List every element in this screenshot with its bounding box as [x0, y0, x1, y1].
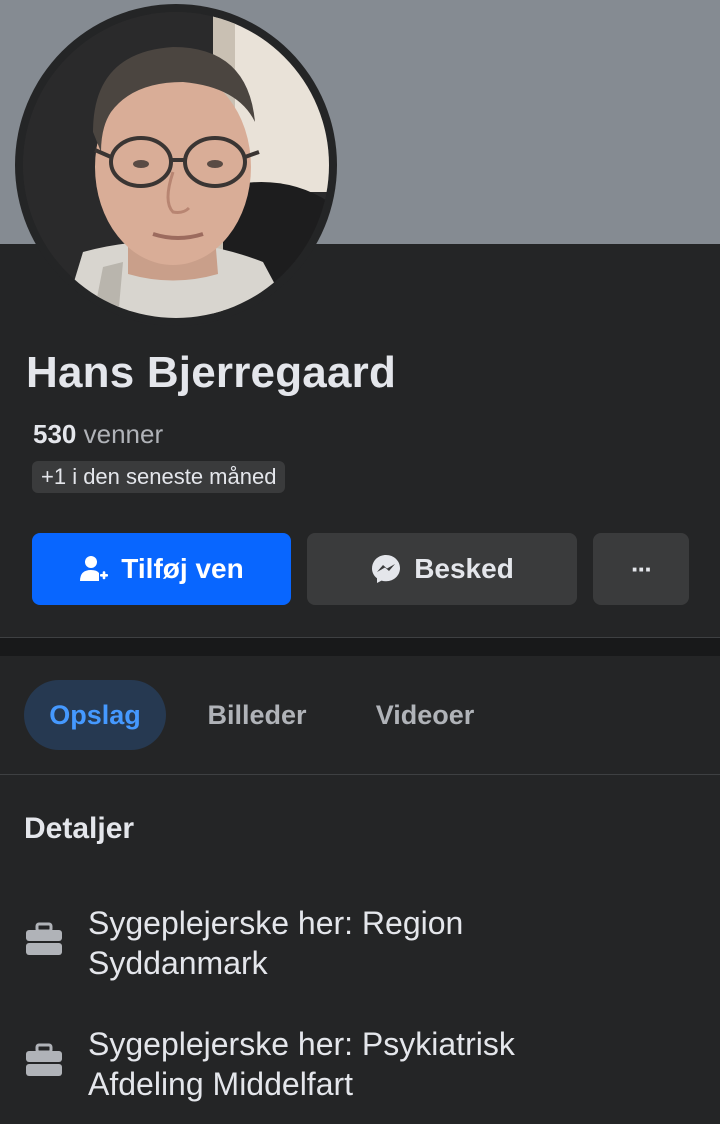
avatar-photo — [23, 12, 329, 318]
details-heading: Detaljer — [24, 812, 135, 845]
briefcase-icon — [26, 922, 62, 955]
friends-count[interactable]: 530 venner — [33, 419, 163, 450]
detail-item-work-2: Sygeplejerske her: Psykiatrisk Afdeling … — [24, 1024, 684, 1104]
add-friend-button[interactable]: Tilføj ven — [32, 533, 291, 605]
briefcase-icon — [26, 1043, 62, 1076]
more-dots-icon: ··· — [631, 553, 653, 584]
detail-text-line: Sygeplejerske her: Region — [88, 905, 464, 941]
avatar[interactable] — [23, 12, 329, 318]
messenger-icon — [372, 555, 401, 583]
profile-name: Hans Bjerregaard — [26, 348, 397, 397]
detail-text-line: Sygeplejerske her: Psykiatrisk — [88, 1026, 515, 1062]
detail-text-line: Syddanmark — [88, 945, 268, 981]
detail-text-line: Afdeling Middelfart — [88, 1066, 354, 1102]
friends-count-number: 530 — [33, 419, 77, 449]
friends-count-label: venner — [83, 419, 164, 449]
profile-page: Hans Bjerregaard 530 venner +1 i den sen… — [0, 0, 720, 1124]
more-options-button[interactable]: ··· — [593, 533, 689, 605]
add-friend-icon — [80, 556, 109, 581]
new-friends-badge: +1 i den seneste måned — [32, 461, 286, 493]
message-button[interactable]: Besked — [307, 533, 577, 605]
message-label: Besked — [414, 553, 514, 584]
add-friend-label: Tilføj ven — [121, 553, 244, 584]
detail-item-work-1: Sygeplejerske her: Region Syddanmark — [24, 903, 684, 983]
tab-videos[interactable]: Videoer — [352, 680, 498, 750]
avatar-ring — [15, 4, 337, 326]
tab-photos[interactable]: Billeder — [190, 680, 324, 750]
tab-posts[interactable]: Opslag — [24, 680, 166, 750]
tabs-divider — [0, 774, 720, 775]
section-divider — [0, 637, 720, 656]
